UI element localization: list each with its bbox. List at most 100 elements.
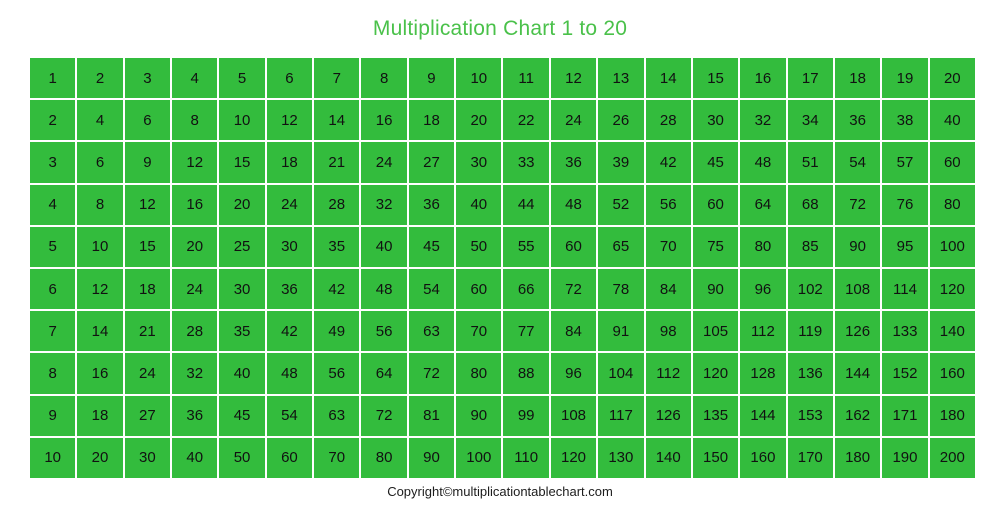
grid-cell: 104 <box>598 353 644 394</box>
grid-cell: 60 <box>929 142 975 183</box>
grid-cell: 20 <box>172 226 218 267</box>
grid-cell: 20 <box>456 100 502 141</box>
grid-cell: 9 <box>30 395 76 436</box>
grid-cell: 24 <box>266 184 313 225</box>
grid-cell: 133 <box>882 311 928 352</box>
grid-cell: 48 <box>550 184 597 225</box>
grid-cell: 70 <box>645 226 691 267</box>
grid-cell: 140 <box>645 437 691 478</box>
grid-cell: 12 <box>172 142 218 183</box>
grid-cell: 45 <box>408 226 455 267</box>
grid-cell: 64 <box>361 353 407 394</box>
grid-cell: 48 <box>266 353 313 394</box>
grid-cell: 80 <box>456 353 502 394</box>
grid-cell: 80 <box>361 437 407 478</box>
grid-cell: 30 <box>456 142 502 183</box>
grid-cell: 2 <box>30 100 76 141</box>
grid-cell: 51 <box>787 142 833 183</box>
grid-cell: 63 <box>408 311 455 352</box>
grid-cell: 78 <box>598 269 644 310</box>
grid-cell: 36 <box>550 142 597 183</box>
grid-cell: 18 <box>408 100 455 141</box>
grid-cell: 9 <box>408 58 455 99</box>
grid-cell: 100 <box>929 226 975 267</box>
grid-cell: 57 <box>882 142 928 183</box>
grid-cell: 36 <box>266 269 313 310</box>
grid-cell: 32 <box>172 353 218 394</box>
grid-cell: 90 <box>456 395 502 436</box>
grid-cell: 54 <box>408 269 455 310</box>
grid-cell: 130 <box>598 437 644 478</box>
grid-cell: 18 <box>77 395 123 436</box>
grid-cell: 120 <box>692 353 739 394</box>
grid-cell: 110 <box>503 437 549 478</box>
grid-cell: 42 <box>314 269 360 310</box>
grid-cell: 42 <box>645 142 691 183</box>
grid-cell: 12 <box>77 269 123 310</box>
grid-cell: 10 <box>456 58 502 99</box>
grid-cell: 7 <box>314 58 360 99</box>
grid-cell: 75 <box>692 226 739 267</box>
grid-cell: 5 <box>30 226 76 267</box>
grid-cell: 26 <box>598 100 644 141</box>
grid-cell: 54 <box>834 142 881 183</box>
grid-cell: 162 <box>834 395 881 436</box>
grid-cell: 12 <box>550 58 597 99</box>
grid-cell: 6 <box>266 58 313 99</box>
grid-cell: 4 <box>172 58 218 99</box>
grid-cell: 28 <box>645 100 691 141</box>
grid-cell: 20 <box>929 58 975 99</box>
grid-cell: 6 <box>30 269 76 310</box>
grid-cell: 11 <box>503 58 549 99</box>
grid-cell: 76 <box>882 184 928 225</box>
grid-cell: 100 <box>456 437 502 478</box>
grid-cell: 30 <box>219 269 265 310</box>
grid-cell: 160 <box>929 353 975 394</box>
grid-cell: 91 <box>598 311 644 352</box>
grid-cell: 3 <box>30 142 76 183</box>
grid-cell: 16 <box>740 58 786 99</box>
grid-cell: 54 <box>266 395 313 436</box>
grid-cell: 90 <box>408 437 455 478</box>
grid-cell: 30 <box>266 226 313 267</box>
grid-cell: 55 <box>503 226 549 267</box>
grid-cell: 14 <box>77 311 123 352</box>
grid-cell: 21 <box>314 142 360 183</box>
grid-cell: 102 <box>787 269 833 310</box>
grid-cell: 66 <box>503 269 549 310</box>
grid-cell: 68 <box>787 184 833 225</box>
grid-cell: 28 <box>172 311 218 352</box>
grid-cell: 20 <box>219 184 265 225</box>
grid-cell: 65 <box>598 226 644 267</box>
grid-cell: 72 <box>408 353 455 394</box>
grid-cell: 72 <box>834 184 881 225</box>
grid-cell: 108 <box>550 395 597 436</box>
grid-cell: 36 <box>172 395 218 436</box>
grid-cell: 42 <box>266 311 313 352</box>
grid-cell: 2 <box>77 58 123 99</box>
grid-cell: 190 <box>882 437 928 478</box>
grid-cell: 72 <box>550 269 597 310</box>
grid-cell: 40 <box>361 226 407 267</box>
grid-cell: 160 <box>740 437 786 478</box>
grid-cell: 15 <box>692 58 739 99</box>
grid-cell: 45 <box>692 142 739 183</box>
grid-cell: 98 <box>645 311 691 352</box>
grid-cell: 70 <box>314 437 360 478</box>
grid-cell: 171 <box>882 395 928 436</box>
grid-cell: 108 <box>834 269 881 310</box>
grid-cell: 9 <box>124 142 171 183</box>
grid-cell: 4 <box>30 184 76 225</box>
grid-cell: 150 <box>692 437 739 478</box>
multiplication-table-grid: 1 2 3 4 5 6 7 8 9 10 11 12 13 14 15 16 17 18 19 20 2 4 6 8 10 12 1… <box>30 58 975 478</box>
grid-cell: 84 <box>645 269 691 310</box>
grid-cell: 90 <box>834 226 881 267</box>
grid-cell: 144 <box>834 353 881 394</box>
grid-cell: 6 <box>77 142 123 183</box>
grid-cell: 19 <box>882 58 928 99</box>
grid-cell: 40 <box>219 353 265 394</box>
grid-cell: 114 <box>882 269 928 310</box>
grid-cell: 32 <box>740 100 786 141</box>
grid-cell: 50 <box>456 226 502 267</box>
grid-cell: 84 <box>550 311 597 352</box>
